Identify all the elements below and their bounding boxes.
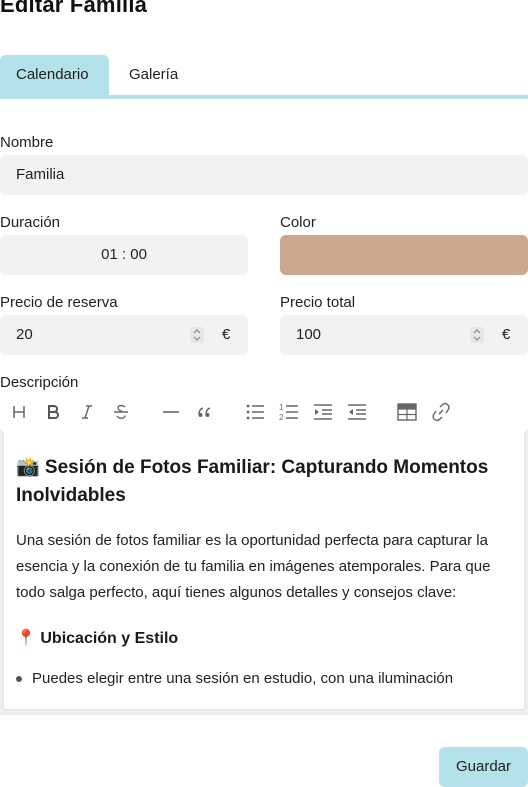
color-label: Color xyxy=(280,214,316,231)
editor-frame-bottom xyxy=(0,710,528,715)
indent-icon[interactable] xyxy=(312,401,334,423)
outdent-icon[interactable] xyxy=(346,401,368,423)
editor-toolbar: 12 xyxy=(0,396,528,430)
name-label: Nombre xyxy=(0,134,54,151)
list-item: Puedes elegir entre una sesión en estudi… xyxy=(16,666,512,692)
editor-section-title: 📍 Ubicación y Estilo xyxy=(16,630,179,647)
svg-text:2: 2 xyxy=(279,413,284,422)
strikethrough-icon[interactable] xyxy=(110,401,132,423)
booking-price-currency: € xyxy=(222,326,231,343)
editor-intro: Una sesión de fotos familiar es la oport… xyxy=(16,532,491,601)
svg-text:1: 1 xyxy=(279,403,284,412)
editor-heading: 📸 Sesión de Fotos Familiar: Capturando M… xyxy=(16,457,489,506)
description-editor[interactable]: 📸 Sesión de Fotos Familiar: Capturando M… xyxy=(3,432,525,710)
total-price-currency: € xyxy=(502,326,511,343)
tab-bar: Calendario Galería xyxy=(0,55,528,99)
link-icon[interactable] xyxy=(430,401,452,423)
total-price-input[interactable]: 100 € xyxy=(280,315,528,355)
booking-price-value: 20 xyxy=(16,326,33,343)
booking-price-input[interactable]: 20 € xyxy=(0,315,248,355)
duration-label: Duración xyxy=(0,214,61,231)
page-title: Editar Familia xyxy=(0,0,148,17)
heading-icon[interactable] xyxy=(8,401,30,423)
tab-calendario[interactable]: Calendario xyxy=(0,55,109,95)
bold-icon[interactable] xyxy=(42,401,64,423)
horizontal-rule-icon[interactable] xyxy=(160,401,182,423)
ordered-list-icon[interactable]: 12 xyxy=(278,401,300,423)
color-picker[interactable] xyxy=(280,235,528,275)
tab-galeria[interactable]: Galería xyxy=(113,55,194,95)
total-price-label: Precio total xyxy=(280,294,356,311)
total-price-value: 100 xyxy=(296,326,322,343)
name-field[interactable]: Familia xyxy=(0,155,528,195)
tab-underline xyxy=(0,95,528,99)
duration-field[interactable]: 01 : 00 xyxy=(0,235,248,275)
editor-bullet-list: Puedes elegir entre una sesión en estudi… xyxy=(16,666,512,692)
table-icon[interactable] xyxy=(396,401,418,423)
italic-icon[interactable] xyxy=(76,401,98,423)
description-label: Descripción xyxy=(0,374,79,391)
total-price-stepper-icon[interactable] xyxy=(470,327,484,343)
save-button[interactable]: Guardar xyxy=(439,747,528,787)
quote-icon[interactable] xyxy=(194,401,216,423)
booking-price-stepper-icon[interactable] xyxy=(190,327,204,343)
bullet-list-icon[interactable] xyxy=(244,401,266,423)
booking-price-label: Precio de reserva xyxy=(0,294,118,311)
